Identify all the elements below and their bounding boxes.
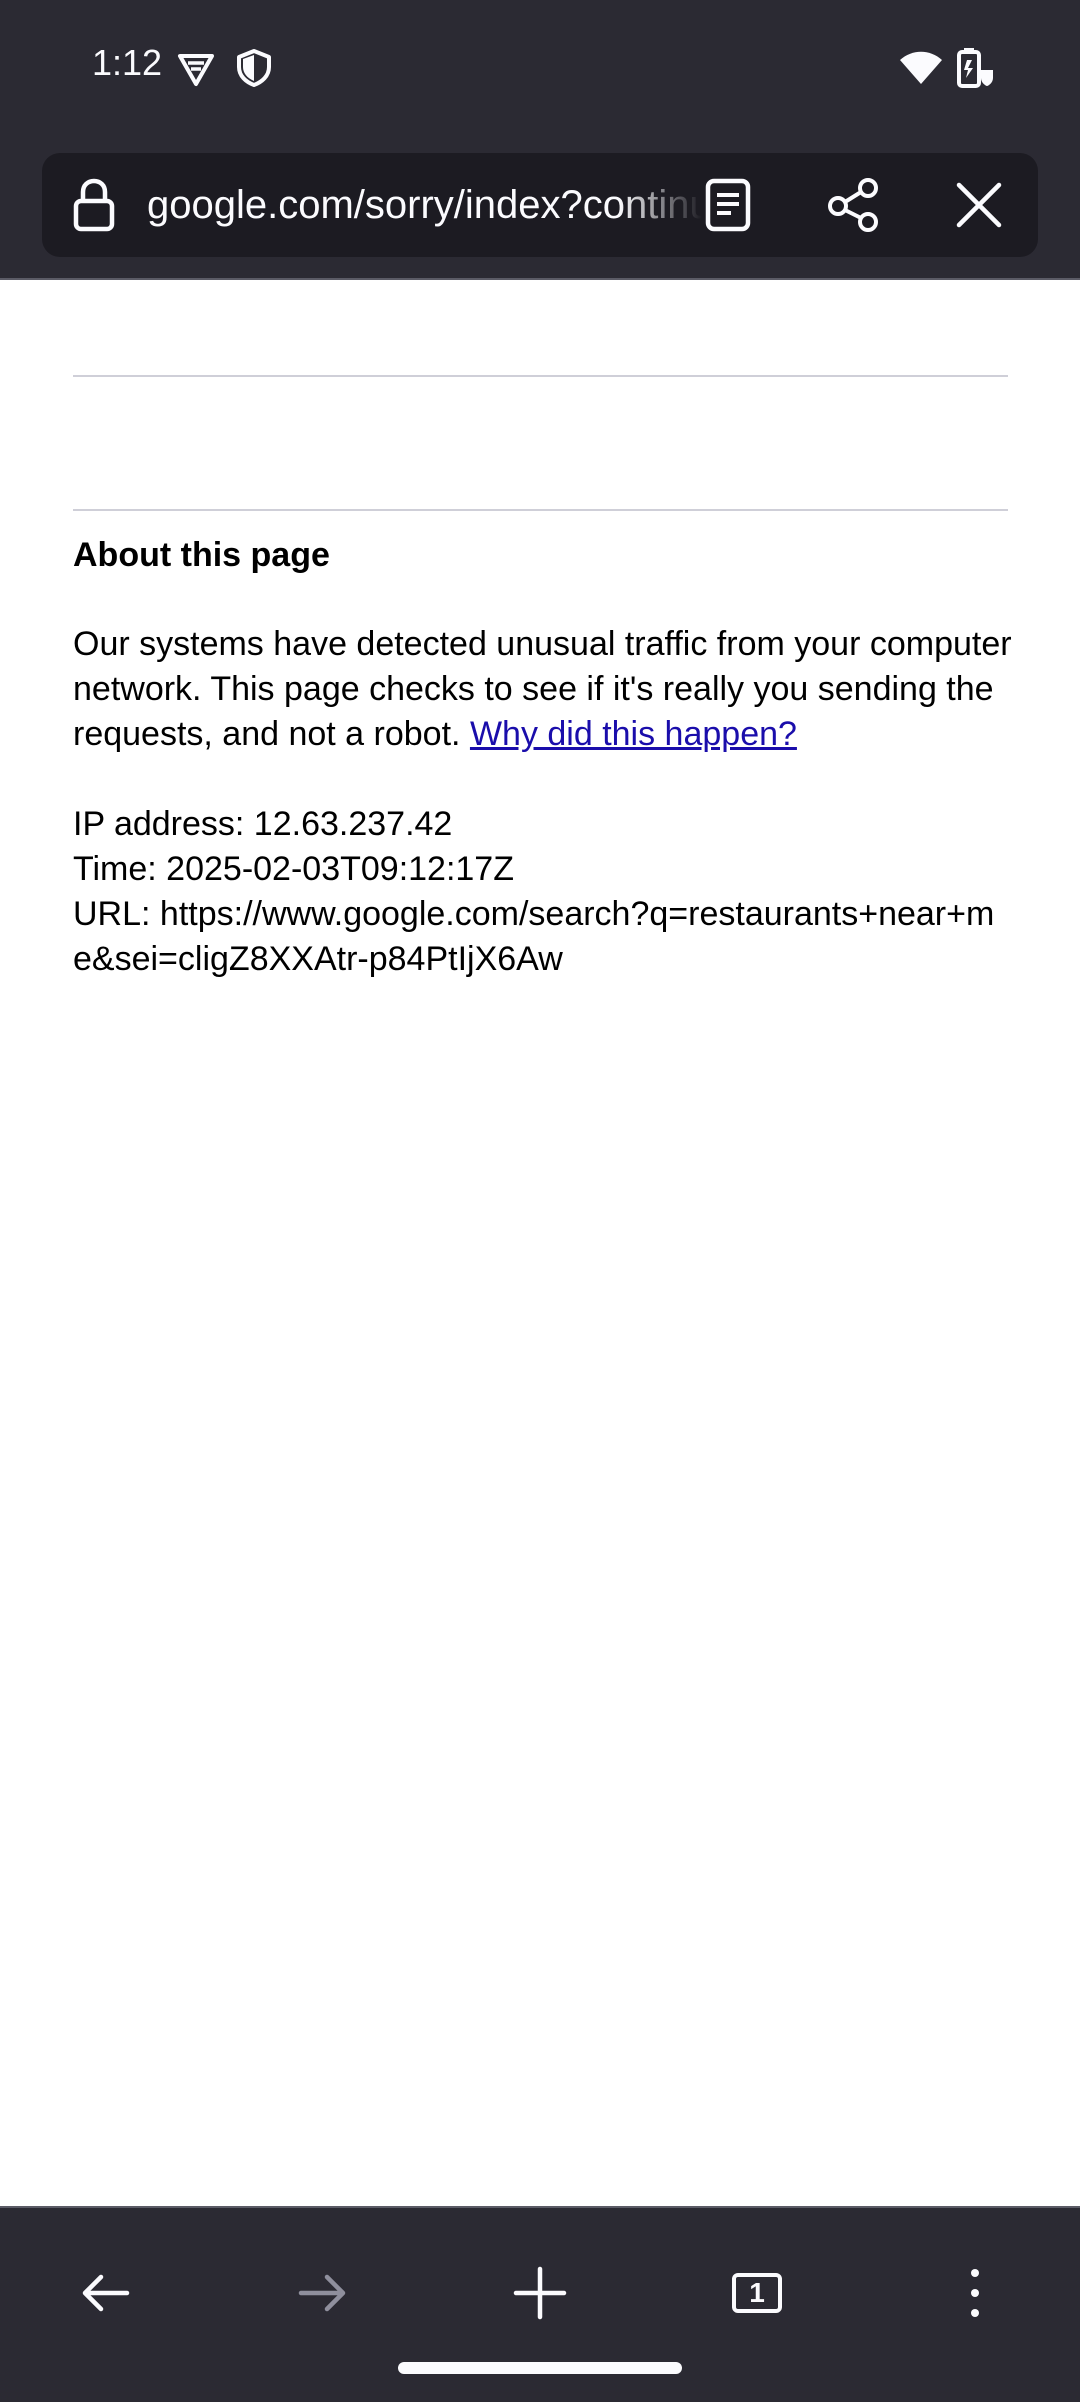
ip-address-line: IP address: 12.63.237.42 — [73, 805, 453, 843]
request-details: IP address: 12.63.237.42 Time: 2025-02-0… — [73, 802, 1013, 982]
share-icon[interactable] — [822, 173, 886, 237]
url-line: URL: https://www.google.com/search?q=res… — [73, 895, 995, 978]
tab-count-icon: 1 — [732, 2273, 782, 2313]
tab-count: 1 — [749, 2277, 765, 2308]
top-divider — [73, 375, 1008, 377]
home-indicator[interactable] — [398, 2362, 682, 2374]
new-tab-button[interactable] — [495, 2248, 585, 2338]
tabs-button[interactable]: 1 — [712, 2248, 802, 2338]
back-arrow-icon — [82, 2274, 130, 2312]
why-did-this-happen-link[interactable]: Why did this happen? — [470, 715, 797, 753]
unusual-traffic-message: Our systems have detected unusual traffi… — [73, 622, 1013, 757]
url-text[interactable]: google.com/sorry/index?continue=https://… — [147, 153, 702, 257]
wifi-icon — [900, 51, 942, 84]
status-bar: 1:12 — [0, 0, 1080, 140]
reader-view-icon[interactable] — [696, 173, 760, 237]
vpn-icon — [178, 54, 214, 86]
lock-icon[interactable] — [62, 173, 126, 237]
forward-arrow-icon — [298, 2274, 346, 2312]
url-bar[interactable]: google.com/sorry/index?continue=https://… — [42, 153, 1038, 257]
time-line: Time: 2025-02-03T09:12:17Z — [73, 850, 514, 888]
battery-icon — [957, 48, 993, 88]
about-page-heading: About this page — [73, 536, 330, 574]
section-divider — [73, 509, 1008, 511]
plus-icon — [513, 2266, 567, 2320]
back-button[interactable] — [60, 2248, 150, 2338]
more-menu-icon — [971, 2269, 979, 2317]
close-icon[interactable] — [947, 173, 1011, 237]
more-menu-button[interactable] — [930, 2248, 1020, 2338]
forward-button[interactable] — [278, 2248, 368, 2338]
status-time: 1:12 — [92, 42, 163, 83]
shield-icon — [237, 49, 271, 87]
browser-toolbar: google.com/sorry/index?continue=https://… — [0, 140, 1080, 280]
